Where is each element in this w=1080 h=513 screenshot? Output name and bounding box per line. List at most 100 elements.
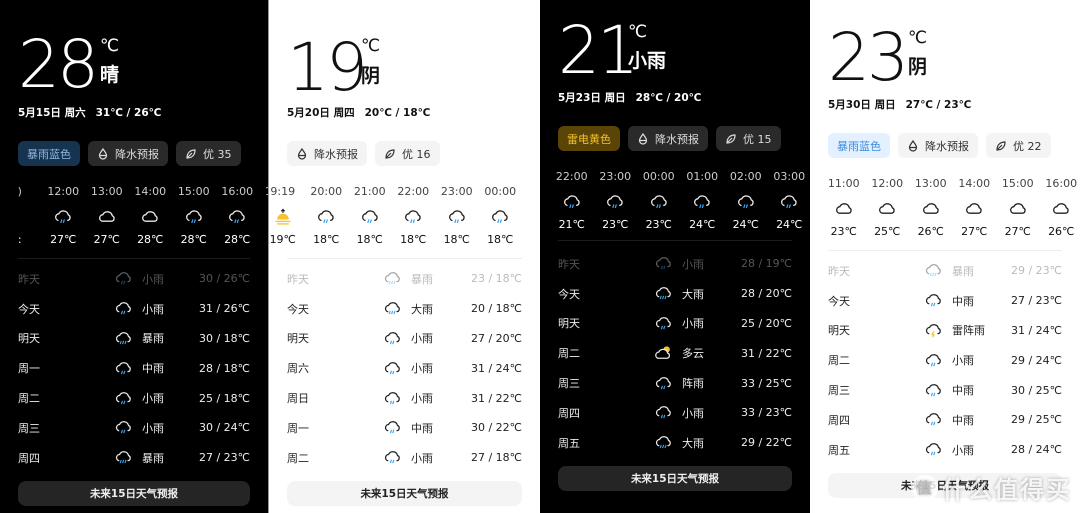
day-label: 今天 <box>287 302 309 316</box>
hourly-item: 13:00 27℃ <box>85 185 129 246</box>
day-weather: 小雨 <box>952 443 974 457</box>
air-quality-chip[interactable]: 优 15 <box>716 126 781 151</box>
hourly-item: 20:00 18℃ <box>305 185 349 246</box>
air-quality-chip[interactable]: 优 22 <box>986 133 1051 158</box>
weather-alert-chip[interactable]: 暴雨蓝色 <box>828 133 890 158</box>
hour-temp: 18℃ <box>487 233 514 246</box>
hour-time: 16:00 <box>1045 177 1078 190</box>
leaf-icon <box>385 148 395 159</box>
day-weather: 中雨 <box>952 294 974 308</box>
daily-forecast: 昨天 小雨 28 / 19℃ 今天 大雨 28 / 20℃ 明天 小雨 25 / 20℃ 周二 多云… <box>558 249 792 458</box>
daily-row[interactable]: 周四 小雨 33 / 23℃ <box>558 398 792 428</box>
chip-label: 优 22 <box>1013 139 1042 153</box>
hourly-item: 00:00 18℃ <box>479 185 523 246</box>
hour-time: 14:00 <box>134 185 167 198</box>
daily-row[interactable]: 周二 小雨 25 / 18℃ <box>18 383 250 413</box>
rain-icon <box>925 383 941 396</box>
daily-row[interactable]: 周二 小雨 29 / 24℃ <box>828 345 1062 375</box>
day-label: 周五 <box>828 443 850 457</box>
rain-icon <box>925 294 941 307</box>
cloud-icon <box>98 211 115 222</box>
hour-temp: 18℃ <box>400 233 427 246</box>
daily-row[interactable]: 今天 小雨 31 / 26℃ <box>18 294 250 324</box>
hourly-forecast[interactable]: ): 12:00 27℃ 13:00 27℃ 14:00 28℃ 15:00 28℃ 16:00 2… <box>0 185 268 246</box>
daily-row[interactable]: 周日 小雨 31 / 22℃ <box>287 383 522 413</box>
weather-alert-chip[interactable]: 雷电黄色 <box>558 126 620 151</box>
day-label: 周五 <box>558 436 580 450</box>
daily-row[interactable]: 昨天 暴雨 29 / 23℃ <box>828 256 1062 286</box>
precipitation-forecast-chip[interactable]: 降水预报 <box>287 141 367 166</box>
heavy-rain-icon <box>655 287 671 300</box>
hourly-forecast[interactable]: 11:00 23℃ 12:00 25℃ 13:00 26℃ 14:00 27℃ 15:00 27℃… <box>822 177 1080 238</box>
rain-icon <box>115 302 131 315</box>
precipitation-forecast-chip[interactable]: 降水预报 <box>88 141 168 166</box>
15-day-forecast-button[interactable]: 未来15日天气预报 <box>18 481 250 506</box>
day-label: 今天 <box>18 302 40 316</box>
daily-row[interactable]: 周三 小雨 30 / 24℃ <box>18 413 250 443</box>
daily-row[interactable]: 周三 中雨 30 / 25℃ <box>828 375 1062 405</box>
day-weather: 中雨 <box>952 384 974 398</box>
daily-row[interactable]: 明天 暴雨 30 / 18℃ <box>18 324 250 354</box>
daily-row[interactable]: 周四 中雨 29 / 25℃ <box>828 405 1062 435</box>
daily-row[interactable]: 明天 小雨 27 / 20℃ <box>287 324 522 354</box>
rain-icon <box>384 332 400 345</box>
daily-row[interactable]: 周二 小雨 27 / 18℃ <box>287 443 522 473</box>
day-range: 31 / 22℃ <box>740 346 792 360</box>
heavy-rain-icon <box>384 302 400 315</box>
daily-row[interactable]: 周五 小雨 28 / 24℃ <box>828 435 1062 465</box>
rain-icon <box>115 391 131 404</box>
chip-row: 降水预报 优 16 <box>287 141 440 166</box>
day-weather: 多云 <box>682 347 704 361</box>
weather-alert-chip[interactable]: 暴雨蓝色 <box>18 141 80 166</box>
15-day-forecast-button[interactable]: 未来15日天气预报 <box>558 466 792 491</box>
day-weather: 小雨 <box>411 332 433 346</box>
weather-panel-1: 28 ℃ 晴 5月15日 周六 31℃ / 26℃ 暴雨蓝色 降水预报优 35):12:00… <box>0 0 268 513</box>
day-range: 31 / 26℃ <box>198 302 250 316</box>
rain-icon <box>737 195 754 209</box>
hour-temp: 25℃ <box>874 225 901 238</box>
daily-row[interactable]: 今天 大雨 28 / 20℃ <box>558 279 792 309</box>
day-range: 33 / 23℃ <box>740 406 792 420</box>
15-day-forecast-button[interactable]: 未来15日天气预报 <box>287 481 522 506</box>
daily-row[interactable]: 今天 大雨 20 / 18℃ <box>287 294 522 324</box>
daily-row[interactable]: 周二 多云 31 / 22℃ <box>558 338 792 368</box>
hourly-forecast[interactable]: 9:19 19℃ 20:00 18℃ 21:00 18℃ 22:00 18℃ 23:00 18℃ 0… <box>269 185 540 246</box>
daily-row[interactable]: 周一 中雨 30 / 22℃ <box>287 413 522 443</box>
daily-row[interactable]: 周四 暴雨 27 / 23℃ <box>18 443 250 473</box>
daily-row[interactable]: 周一 中雨 28 / 18℃ <box>18 353 250 383</box>
air-quality-chip[interactable]: 优 35 <box>176 141 241 166</box>
chip-label: 优 35 <box>203 147 232 161</box>
rain-icon <box>563 195 580 209</box>
daily-row[interactable]: 周三 阵雨 33 / 25℃ <box>558 368 792 398</box>
day-range: 30 / 18℃ <box>198 331 250 345</box>
chip-label: 雷电黄色 <box>567 132 611 146</box>
air-quality-chip[interactable]: 优 16 <box>375 141 440 166</box>
hourly-forecast[interactable]: 22:00 21℃ 23:00 23℃ 00:00 23℃ 01:00 24℃ 02:00 24℃… <box>550 170 810 231</box>
precipitation-forecast-chip[interactable]: 降水预报 <box>628 126 708 151</box>
daily-row[interactable]: 周五 大雨 29 / 22℃ <box>558 428 792 458</box>
date-line: 5月30日 周日 27℃ / 23℃ <box>828 97 971 112</box>
hourly-item: 00:00 23℃ <box>637 170 681 231</box>
rain-icon <box>655 257 671 270</box>
daily-row[interactable]: 周六 小雨 31 / 24℃ <box>287 353 522 383</box>
daily-row[interactable]: 明天 雷阵雨 31 / 24℃ <box>828 316 1062 346</box>
day-weather: 阵雨 <box>682 377 704 391</box>
hour-temp: 18℃ <box>443 233 470 246</box>
daily-row[interactable]: 昨天 小雨 30 / 26℃ <box>18 264 250 294</box>
day-range: 30 / 24℃ <box>198 421 250 435</box>
daily-row[interactable]: 今天 中雨 27 / 23℃ <box>828 286 1062 316</box>
drop-icon <box>908 139 918 152</box>
day-label: 昨天 <box>18 272 40 286</box>
date-line: 5月15日 周六 31℃ / 26℃ <box>18 105 161 120</box>
daily-row[interactable]: 明天 小雨 25 / 20℃ <box>558 309 792 339</box>
rain-icon <box>448 210 465 224</box>
chip-row: 暴雨蓝色 降水预报 优 22 <box>828 133 1051 158</box>
daily-row[interactable]: 昨天 暴雨 23 / 18℃ <box>287 264 522 294</box>
day-range: 29 / 23℃ <box>1010 264 1062 278</box>
rain-icon <box>185 210 202 224</box>
daily-row[interactable]: 昨天 小雨 28 / 19℃ <box>558 249 792 279</box>
daily-forecast: 昨天 小雨 30 / 26℃ 今天 小雨 31 / 26℃ 明天 暴雨 30 / 18℃ 周一 中雨… <box>18 264 250 473</box>
day-weather: 暴雨 <box>142 332 164 346</box>
hourly-item: 16:00 28℃ <box>216 185 260 246</box>
precipitation-forecast-chip[interactable]: 降水预报 <box>898 133 978 158</box>
